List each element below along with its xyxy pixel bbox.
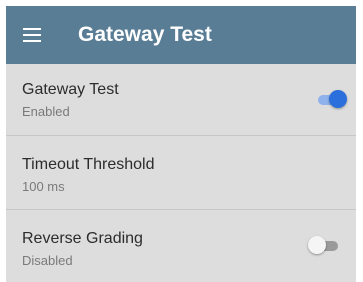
setting-value: 100 ms [22, 179, 65, 194]
setting-row-timeout-threshold[interactable]: Timeout Threshold 100 ms [6, 136, 356, 209]
setting-title: Reverse Grading [22, 230, 143, 247]
toggle-thumb [308, 236, 326, 254]
app-bar: Gateway Test [6, 6, 356, 64]
toggle-thumb [329, 90, 347, 108]
setting-title: Timeout Threshold [22, 156, 155, 173]
hamburger-menu-icon[interactable] [23, 28, 43, 42]
setting-value: Enabled [22, 104, 70, 119]
reverse-grading-toggle[interactable] [308, 236, 340, 256]
setting-value: Disabled [22, 253, 73, 268]
setting-row-gateway-test[interactable]: Gateway Test Enabled [6, 64, 356, 135]
page-title: Gateway Test [78, 23, 212, 46]
settings-list: Gateway Test Enabled Timeout Threshold 1… [6, 64, 356, 282]
screen: Gateway Test Gateway Test Enabled Timeou… [0, 0, 363, 282]
gateway-test-toggle[interactable] [318, 90, 347, 110]
setting-row-reverse-grading[interactable]: Reverse Grading Disabled [6, 210, 356, 282]
setting-title: Gateway Test [22, 81, 119, 98]
